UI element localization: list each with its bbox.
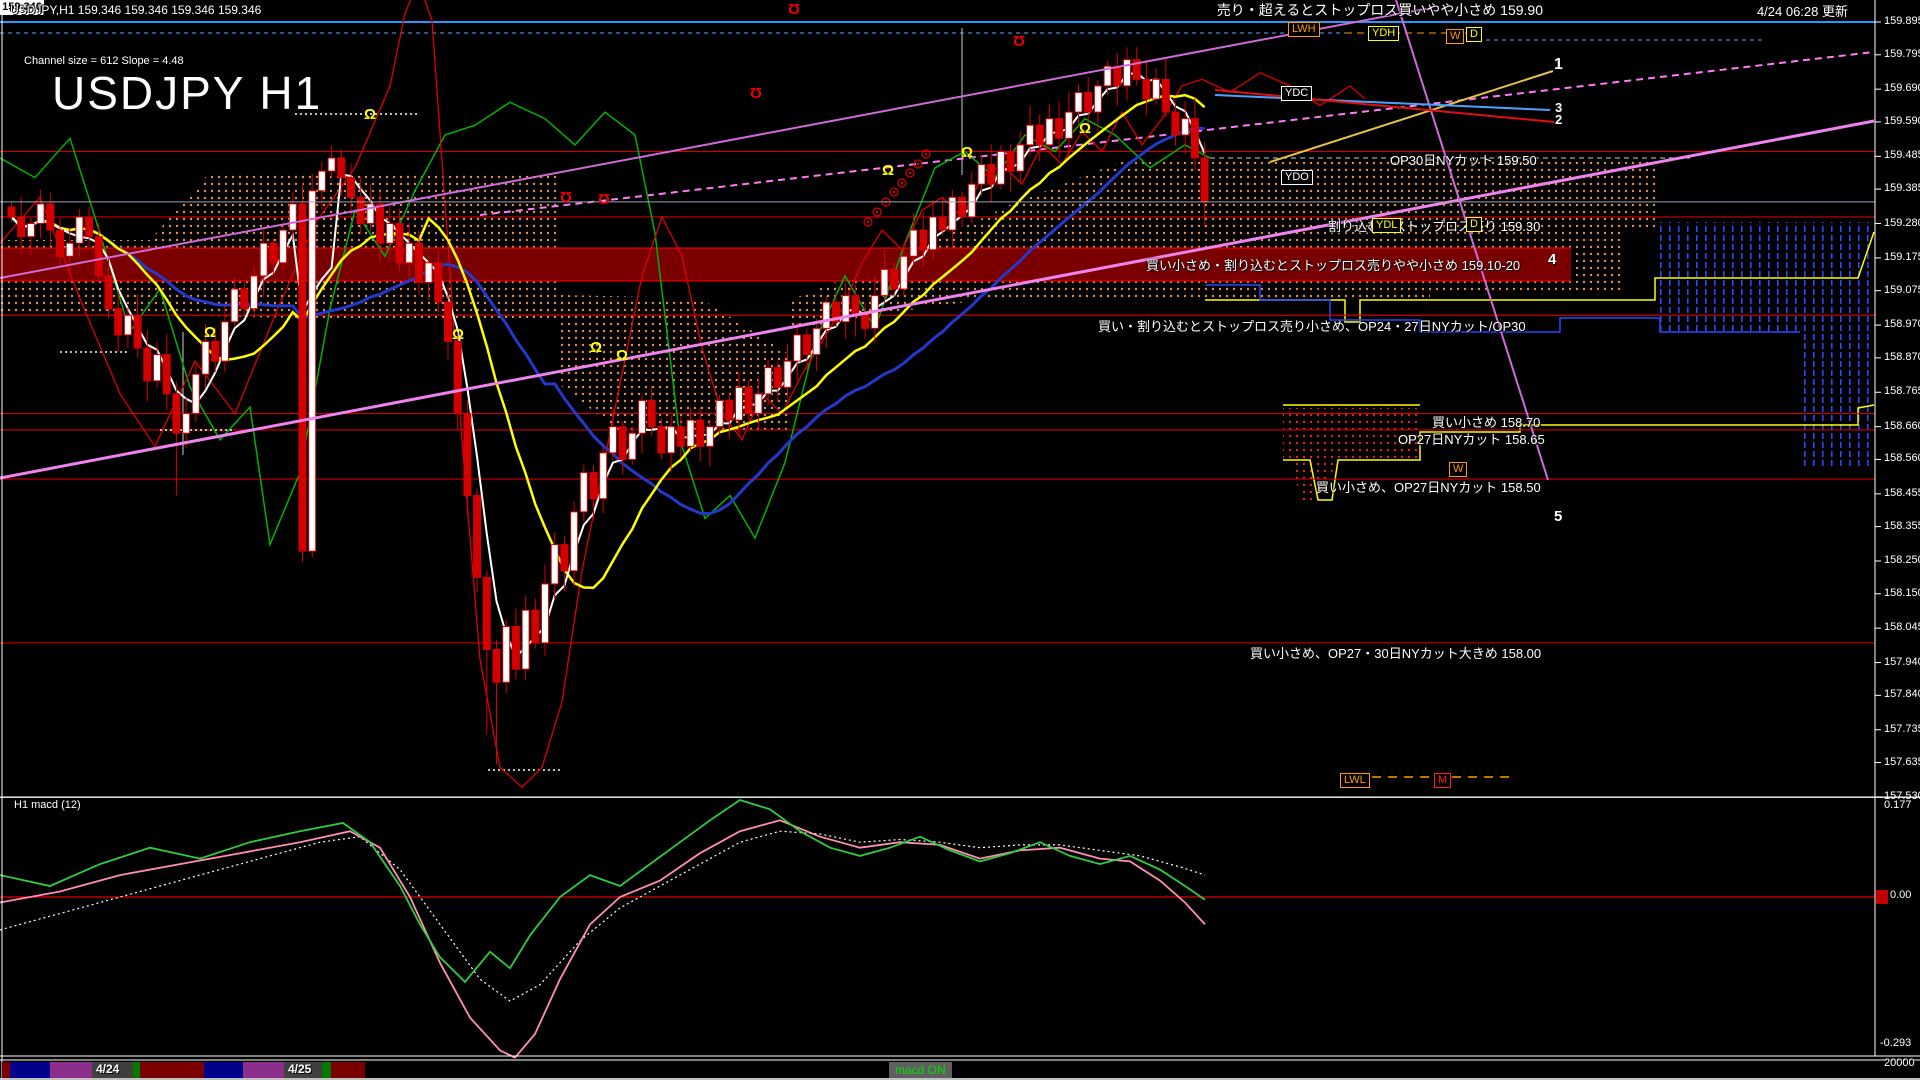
price-axis-tick: 159.590	[1884, 115, 1920, 127]
omega-yellow-icon: Ω	[452, 326, 464, 343]
level-label-m: M	[1434, 773, 1451, 788]
price-axis-tick: 159.795	[1884, 48, 1920, 60]
omega-yellow-icon: Ω	[882, 162, 894, 179]
trading-chart-window: { "window": { "title_line": "USDJPY,H1 1…	[0, 0, 1920, 1080]
price-axis-tick: 159.690	[1884, 82, 1920, 94]
macd-axis-zero: 0.00	[1890, 889, 1911, 901]
level-label-lwh: LWH	[1288, 22, 1320, 37]
omega-yellow-icon: Ω	[616, 347, 628, 364]
omega-red-icon: Ω	[1013, 32, 1025, 49]
price-axis-tick: 158.560	[1884, 452, 1920, 464]
price-annotation: OP30日NYカット 159.50	[1390, 150, 1537, 169]
price-axis-tick: 159.175	[1884, 251, 1920, 263]
timeline-segment	[133, 1062, 140, 1078]
omega-yellow-icon: Ω	[204, 324, 216, 341]
timeline-segment	[2, 1062, 10, 1078]
price-axis-tick: 157.635	[1884, 756, 1920, 768]
price-annotation: 買い小さめ、OP27・30日NYカット大きめ 158.00	[1250, 643, 1541, 662]
macd-axis-min: -0.293	[1880, 1037, 1911, 1049]
level-label-ydh: YDH	[1368, 26, 1399, 41]
symbol-watermark: USDJPY H1	[52, 66, 322, 120]
omega-yellow-icon: Ω	[364, 106, 376, 123]
wave-number-2: 2	[1555, 112, 1562, 127]
level-label-ydc: YDC	[1281, 86, 1312, 101]
price-annotation: OP27日NYカット 158.65	[1398, 429, 1545, 448]
wave-number-4: 4	[1548, 251, 1556, 268]
timeline-date-label: 4/24	[96, 1062, 119, 1076]
price-axis-tick: 157.840	[1884, 688, 1920, 700]
price-axis-tick: 159.280	[1884, 217, 1920, 229]
level-label-w: W	[1446, 29, 1464, 44]
price-axis-tick: 157.735	[1884, 723, 1920, 735]
omega-red-icon: Ω	[560, 188, 572, 205]
level-label-d: D	[1466, 217, 1482, 232]
omega-red-icon: Ω	[750, 84, 762, 101]
price-axis-tick: 158.660	[1884, 420, 1920, 432]
price-axis-tick: 159.485	[1884, 149, 1920, 161]
level-label-d: D	[1466, 27, 1482, 42]
price-annotation: 買い小さめ・割り込むとストップロス売りやや小さめ 159.10-20	[1146, 255, 1520, 274]
price-axis-tick: 158.455	[1884, 487, 1920, 499]
omega-yellow-icon: Ω	[1079, 120, 1091, 137]
price-axis-tick: 158.150	[1884, 587, 1920, 599]
price-axis-tick: 158.250	[1884, 554, 1920, 566]
macd-on-button[interactable]: macd ON	[889, 1062, 952, 1078]
timeline-segment	[140, 1062, 204, 1078]
price-axis-tick: 158.870	[1884, 351, 1920, 363]
timeline-date-label: 4/25	[288, 1062, 311, 1076]
price-axis-tick: 157.530	[1884, 790, 1920, 802]
timeline-segment	[243, 1062, 284, 1078]
price-axis-tick: 157.940	[1884, 656, 1920, 668]
wave-number-5: 5	[1554, 508, 1562, 525]
omega-yellow-icon: Ω	[590, 339, 602, 356]
level-label-w: W	[1449, 462, 1467, 477]
level-label-lwl: LWL	[1340, 773, 1370, 788]
timeline-segment	[322, 1062, 331, 1078]
timeline-bar[interactable]: 4/24 4/25	[0, 1062, 1920, 1079]
omega-red-icon: Ω	[598, 190, 610, 207]
price-axis-tick: 159.385	[1884, 182, 1920, 194]
wave-number-1: 1	[1554, 56, 1563, 74]
price-axis-tick: 159.895	[1884, 15, 1920, 27]
price-annotation: 買い小さめ、OP27日NYカット 158.50	[1316, 477, 1541, 496]
price-axis-tick: 158.970	[1884, 318, 1920, 330]
omega-yellow-icon: Ω	[961, 144, 973, 161]
level-label-ydl: YDL	[1372, 218, 1401, 233]
price-annotation: 割り込むとストップロス売り 159.30	[1328, 216, 1540, 235]
macd-pane-label: H1 macd (12)	[14, 799, 81, 811]
timeline-segment	[204, 1062, 243, 1078]
update-timestamp: 4/24 06:28 更新	[1757, 1, 1848, 20]
level-label-ydo: YDO	[1281, 170, 1313, 185]
timeline-segment	[50, 1062, 92, 1078]
price-axis-tick: 159.075	[1884, 284, 1920, 296]
price-axis-tick: 158.355	[1884, 520, 1920, 532]
timeline-segment	[10, 1062, 50, 1078]
price-axis-tick: 158.765	[1884, 385, 1920, 397]
chart-canvas[interactable]	[0, 0, 1920, 1080]
annotation-sell-stop-159-90: 売り・超えるとストップロス買いやや小さめ 159.90	[1217, 0, 1543, 20]
price-axis-tick: 158.045	[1884, 621, 1920, 633]
price-annotation: 買い・割り込むとストップロス売り小さめ、OP24・27日NYカット/OP30	[1098, 316, 1526, 335]
timeline-segment	[331, 1062, 365, 1078]
omega-red-icon: Ω	[788, 0, 800, 17]
